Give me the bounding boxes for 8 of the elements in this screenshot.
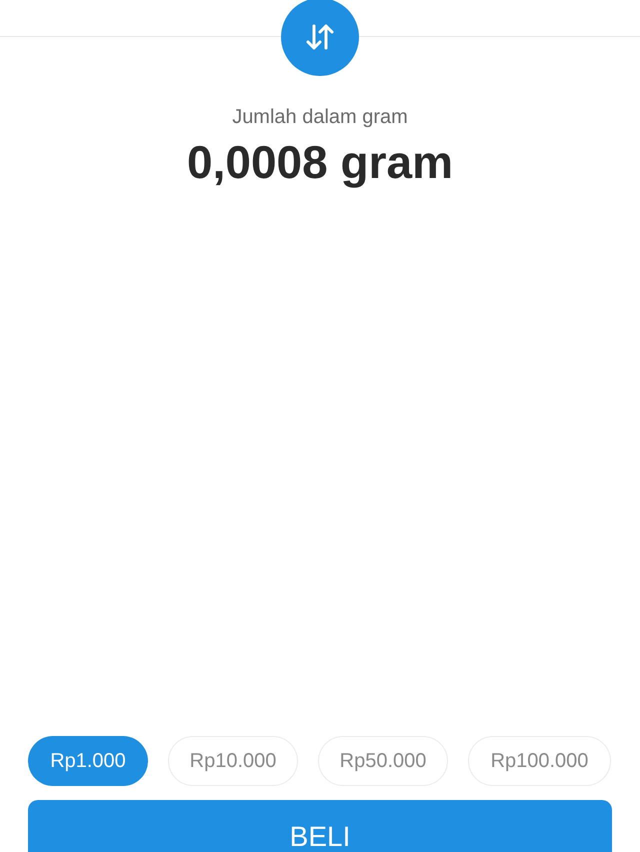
amount-chip[interactable]: Rp10.000 <box>168 736 298 786</box>
swap-arrows-icon <box>305 22 335 52</box>
amount-chip[interactable]: Rp1.000 <box>28 736 148 786</box>
amount-chip[interactable]: Rp100.000 <box>468 736 611 786</box>
amount-label: Jumlah dalam gram <box>232 105 408 130</box>
amount-chip[interactable]: Rp50.000 <box>318 736 448 786</box>
buy-button[interactable]: BELI <box>28 800 612 852</box>
amount-value: 0,0008 gram <box>187 135 453 189</box>
